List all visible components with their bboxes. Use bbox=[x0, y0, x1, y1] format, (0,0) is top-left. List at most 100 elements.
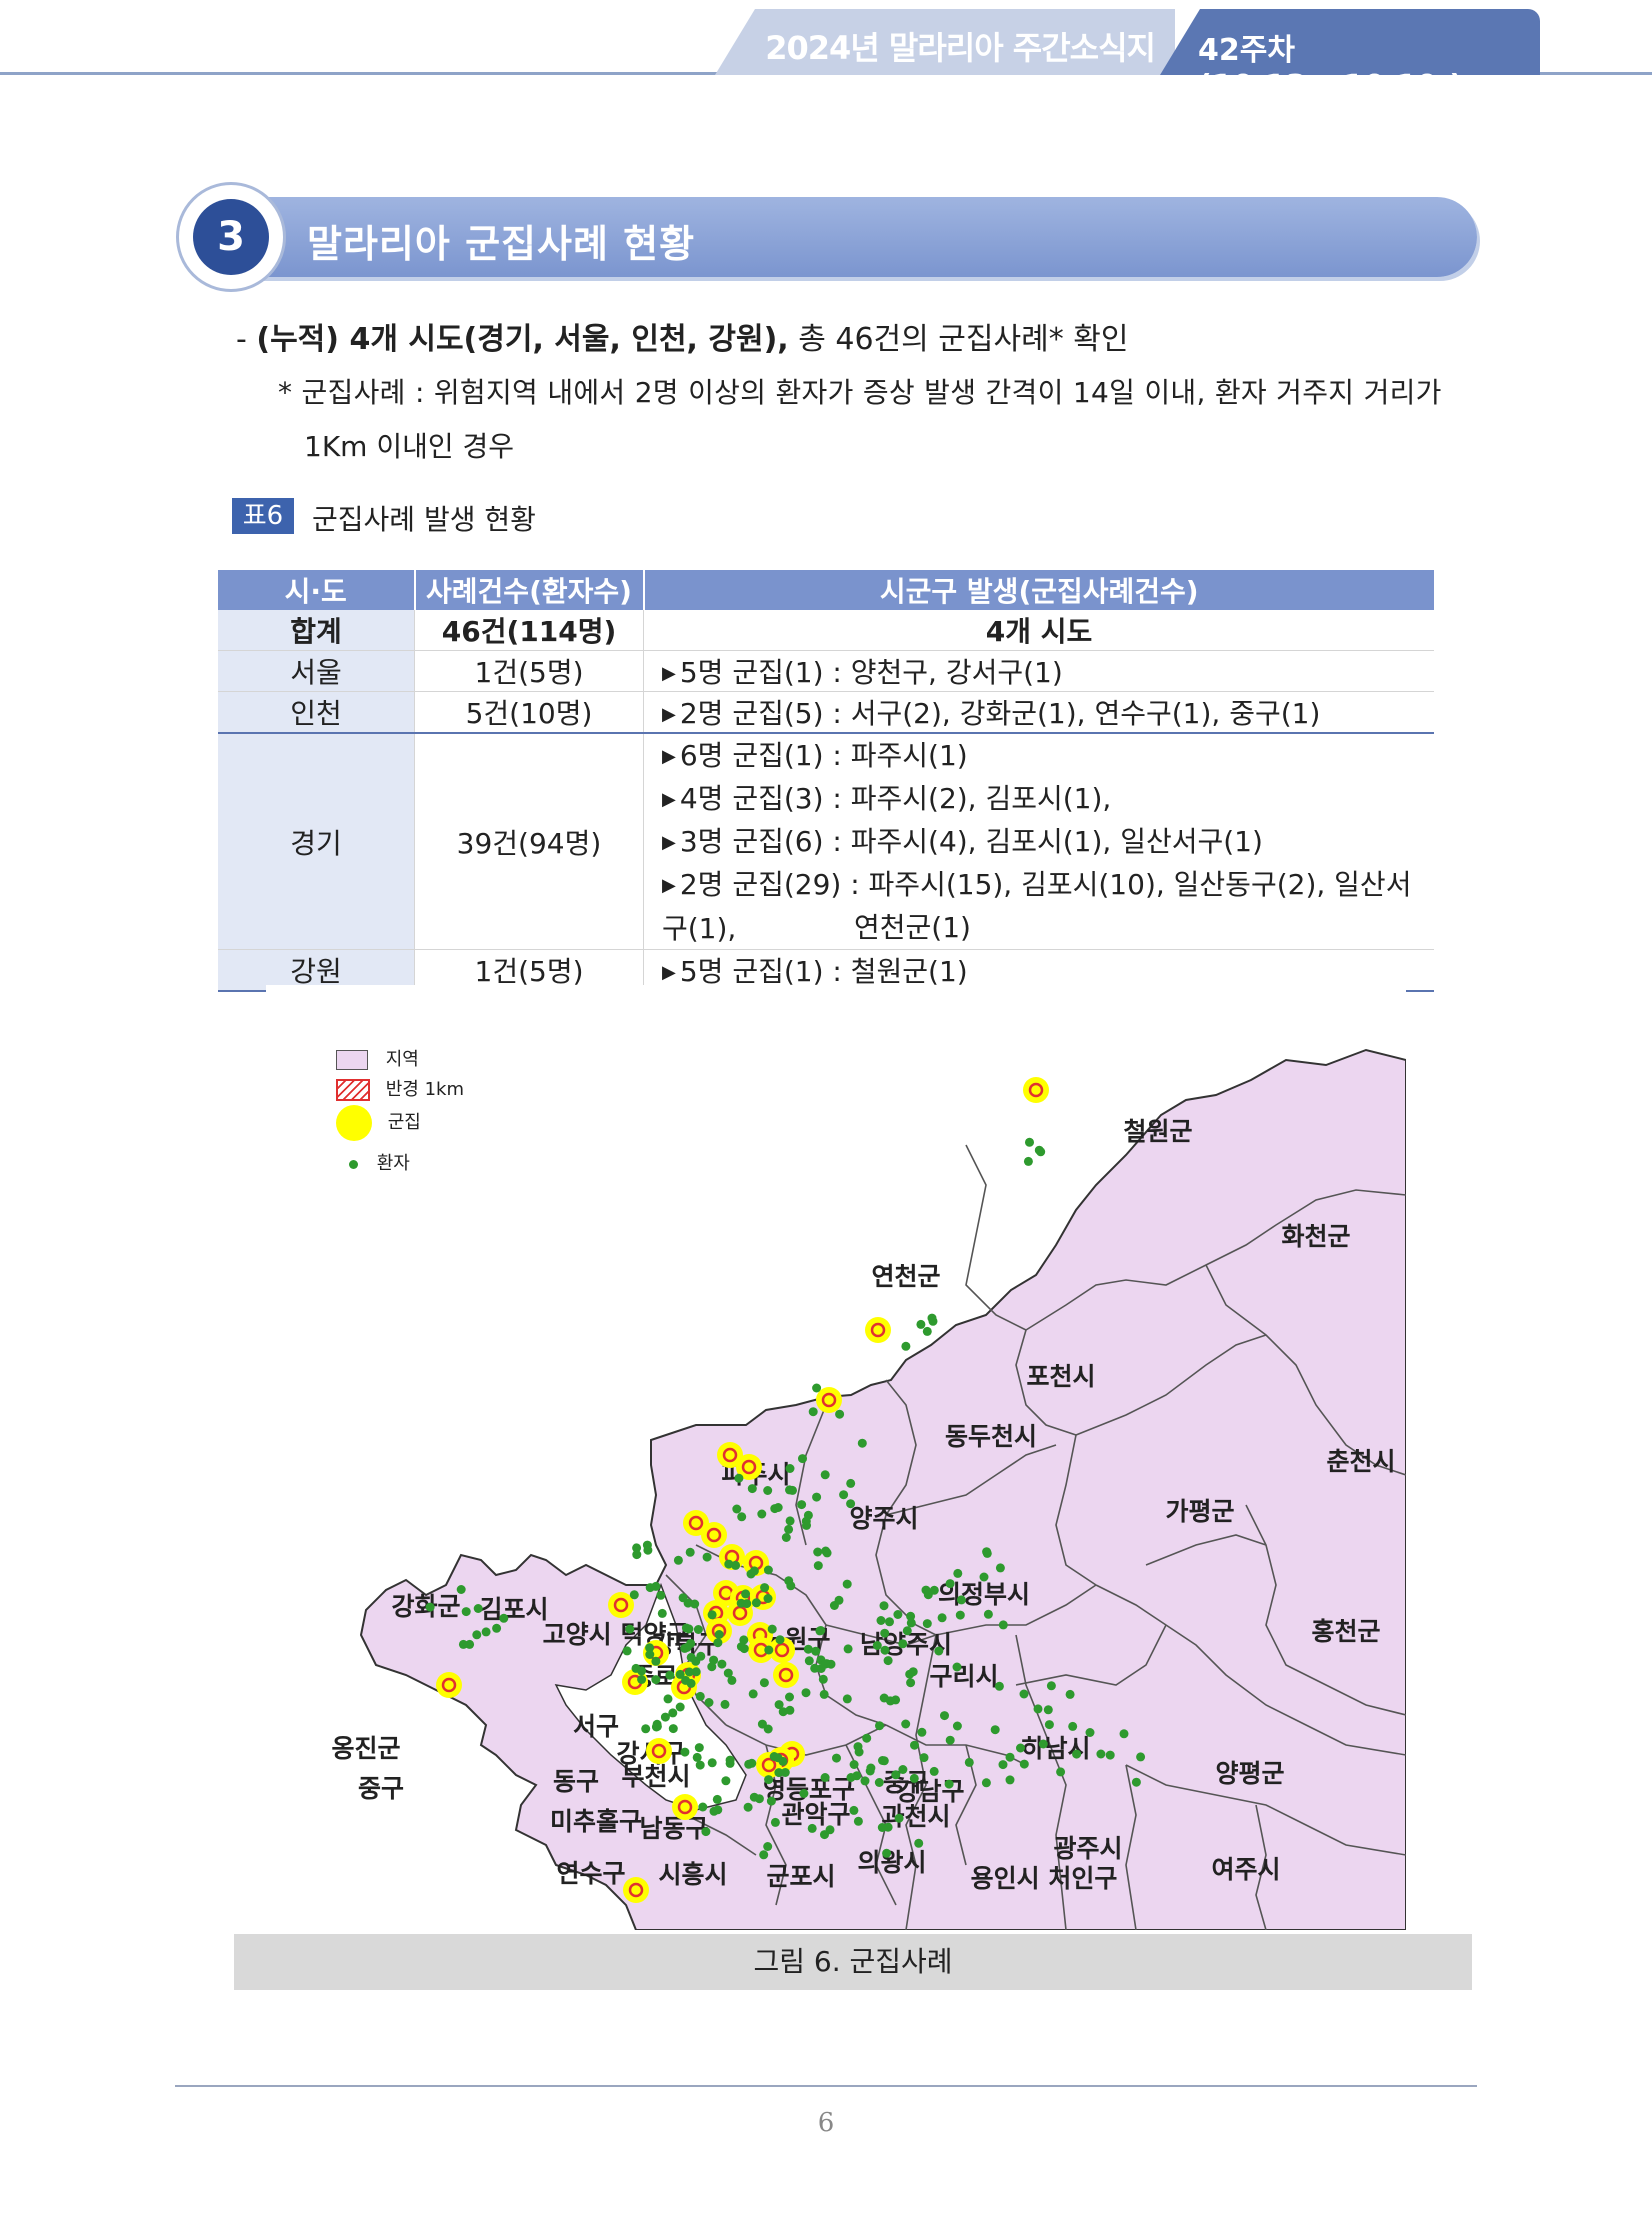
patient-dot bbox=[883, 1822, 893, 1832]
patient-dot bbox=[665, 1670, 675, 1680]
patient-dot bbox=[680, 1747, 690, 1757]
map-label: 서구 bbox=[573, 1712, 619, 1741]
section-banner: 말라리아 군집사례 현황 bbox=[225, 197, 1477, 277]
patient-dot bbox=[473, 1604, 483, 1613]
patient-dot bbox=[876, 1616, 886, 1625]
patient-dot bbox=[1068, 1721, 1078, 1731]
detail-text: 2명 군집(5) : 서구(2), 강화군(1), 연수구(1), 중구(1) bbox=[679, 697, 1321, 730]
map-label: 양주시 bbox=[849, 1504, 918, 1533]
patient-dot bbox=[629, 1590, 639, 1600]
patient-dot bbox=[1005, 1752, 1015, 1762]
patient-dot bbox=[724, 1559, 734, 1569]
patient-dot bbox=[461, 1607, 471, 1617]
patient-dot bbox=[690, 1599, 700, 1609]
patient-dot bbox=[709, 1655, 719, 1665]
patient-dot bbox=[910, 1740, 919, 1750]
map-label: 의왕시 bbox=[857, 1848, 926, 1877]
patient-dot bbox=[702, 1552, 712, 1562]
patient-dot bbox=[642, 1540, 652, 1550]
patient-dot bbox=[684, 1667, 694, 1677]
map-label: 광주시 bbox=[1053, 1834, 1122, 1863]
patient-dot bbox=[775, 1635, 785, 1645]
detail-line: ▶ 6명 군집(1) : 파주시(1) bbox=[662, 739, 968, 772]
map-label: 철원군 bbox=[1123, 1117, 1192, 1146]
patient-dot bbox=[945, 1579, 955, 1589]
map-label: 가평군 bbox=[1165, 1497, 1234, 1526]
col-region: 시·도 bbox=[218, 570, 416, 610]
patient-dot bbox=[811, 1646, 821, 1656]
patient-dot bbox=[668, 1708, 678, 1718]
patient-dot bbox=[798, 1454, 807, 1464]
patient-dot bbox=[759, 1678, 769, 1688]
cell-count: 1건(5명) bbox=[414, 650, 644, 692]
patient-dot bbox=[701, 1827, 711, 1837]
legend-item: 군집 bbox=[336, 1105, 464, 1149]
patient-dot bbox=[874, 1778, 884, 1787]
patient-dot bbox=[885, 1617, 894, 1627]
patient-dot bbox=[940, 1711, 949, 1721]
patient-dot bbox=[739, 1644, 749, 1654]
patient-dot bbox=[1019, 1759, 1029, 1769]
patient-dot bbox=[712, 1794, 722, 1804]
patient-dot bbox=[820, 1773, 830, 1782]
patient-dot bbox=[657, 1608, 667, 1618]
patient-dot bbox=[945, 1735, 955, 1745]
cluster-marker bbox=[1023, 1077, 1049, 1103]
summary-rest: 총 46건의 군집사례* 확인 bbox=[798, 322, 1129, 357]
patient-dot bbox=[786, 1581, 796, 1591]
patient-dot bbox=[802, 1520, 811, 1530]
patient-dot bbox=[839, 1490, 849, 1500]
detail-line: ▶ 4명 군집(3) : 파주시(2), 김포시(1), bbox=[662, 782, 1112, 815]
patient-dot bbox=[804, 1656, 814, 1666]
patient-dot bbox=[720, 1699, 730, 1709]
patient-dot bbox=[746, 1569, 756, 1579]
patient-dot bbox=[801, 1688, 811, 1698]
patient-dot bbox=[743, 1802, 753, 1812]
patient-dot bbox=[763, 1594, 773, 1603]
triangle-bullet-icon: ▶ bbox=[662, 832, 676, 853]
patient-dot bbox=[1096, 1749, 1106, 1759]
patient-dot bbox=[692, 1752, 702, 1762]
patient-dot bbox=[807, 1823, 817, 1833]
patient-dot bbox=[922, 1326, 932, 1336]
patient-dot bbox=[499, 1613, 509, 1623]
patient-dot bbox=[785, 1464, 795, 1473]
patient-dot bbox=[906, 1611, 916, 1621]
patient-dot bbox=[652, 1719, 662, 1729]
detail-line: ▶ 2명 군집(29) : 파주시(15), 김포시(10), 일산동구(2), … bbox=[662, 868, 1412, 945]
map-label: 화천군 bbox=[1281, 1222, 1350, 1251]
patient-dot bbox=[694, 1743, 704, 1753]
patient-dot bbox=[1038, 1739, 1048, 1749]
patient-dot bbox=[829, 1601, 839, 1610]
patient-dot bbox=[919, 1753, 929, 1763]
map-label: 양평군 bbox=[1215, 1759, 1284, 1788]
patient-dot bbox=[955, 1610, 965, 1620]
patient-dot bbox=[675, 1669, 685, 1679]
patient-dot bbox=[944, 1779, 954, 1789]
map-label: 구리시 bbox=[929, 1662, 998, 1691]
patient-dot bbox=[645, 1583, 655, 1593]
patient-dot bbox=[872, 1641, 882, 1650]
patient-dot bbox=[879, 1756, 889, 1766]
patient-dot bbox=[751, 1598, 761, 1608]
map-label: 중구 bbox=[358, 1774, 404, 1803]
patient-dot bbox=[813, 1547, 823, 1557]
patient-dot bbox=[952, 1662, 962, 1672]
patient-dot bbox=[901, 1341, 911, 1351]
map-label: 용인시 처인구 bbox=[971, 1864, 1118, 1893]
patient-dot bbox=[763, 1486, 773, 1495]
cell-region: 서울 bbox=[218, 650, 415, 692]
patient-dot bbox=[862, 1733, 872, 1743]
patient-dot bbox=[737, 1512, 747, 1522]
patient-dot bbox=[956, 1595, 966, 1605]
patient-dot bbox=[906, 1678, 916, 1688]
patient-dot bbox=[785, 1516, 795, 1526]
header-title: 2024년 말라리아 주간소식지 bbox=[765, 29, 1156, 67]
patient-dot bbox=[678, 1593, 688, 1603]
patient-dot bbox=[785, 1705, 795, 1715]
patient-dot bbox=[880, 1645, 890, 1655]
summary-note-1: * 군집사례 : 위험지역 내에서 2명 이상의 환자가 증상 발생 간격이 1… bbox=[278, 376, 1442, 409]
detail-line: ▶ 3명 군집(6) : 파주시(4), 김포시(1), 일산서구(1) bbox=[662, 825, 1263, 858]
section-title: 말라리아 군집사례 현황 bbox=[307, 222, 696, 266]
patient-dot bbox=[1044, 1720, 1054, 1730]
